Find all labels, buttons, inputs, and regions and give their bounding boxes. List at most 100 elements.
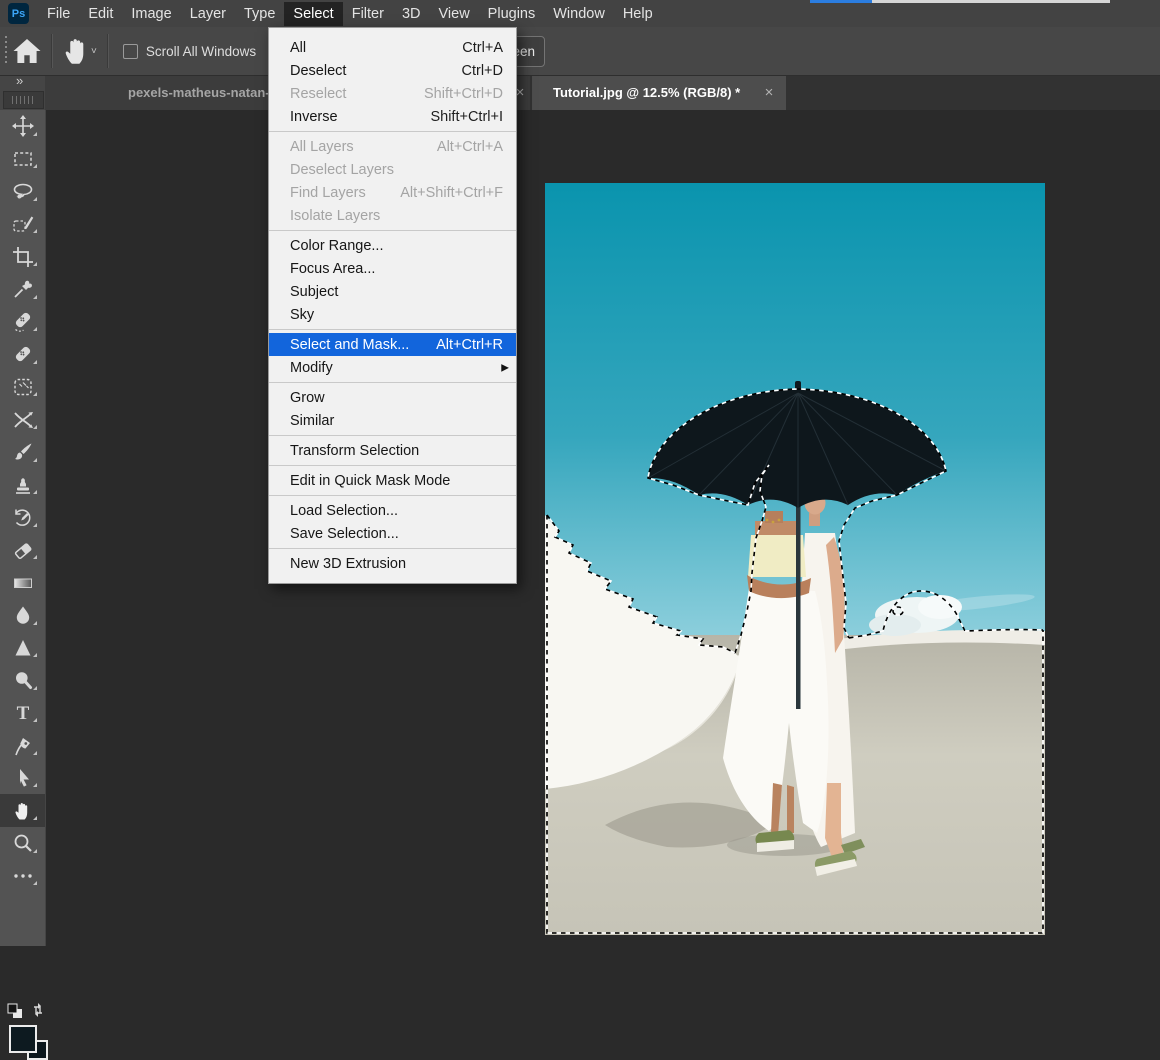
menubar-item-help[interactable]: Help <box>614 2 662 26</box>
menu-item-isolate-layers[interactable]: Isolate Layers <box>269 204 516 227</box>
type-tool[interactable]: T <box>0 697 45 730</box>
menu-item-label: Transform Selection <box>290 443 503 459</box>
lasso-tool[interactable] <box>0 175 45 208</box>
gradient-tool[interactable] <box>0 566 45 599</box>
crop-tool[interactable] <box>0 240 45 273</box>
menu-section: All LayersAlt+Ctrl+A Deselect Layers Find … <box>269 131 516 230</box>
content-aware-move-tool[interactable] <box>0 403 45 436</box>
close-tab-icon[interactable]: × <box>760 75 778 110</box>
hand-tool[interactable] <box>0 794 45 827</box>
spot-healing-brush-tool[interactable] <box>0 306 45 339</box>
menu-item-label: Grow <box>290 390 503 406</box>
menu-item-deselect[interactable]: DeselectCtrl+D <box>269 59 516 82</box>
menu-item-all-layers[interactable]: All LayersAlt+Ctrl+A <box>269 135 516 158</box>
rectangular-marquee-tool[interactable] <box>0 143 45 176</box>
clone-stamp-tool[interactable] <box>0 469 45 502</box>
menu-item-focus-area[interactable]: Focus Area... <box>269 257 516 280</box>
options-separator <box>107 34 109 68</box>
menubar-item-image[interactable]: Image <box>122 2 180 26</box>
menubar-item-select[interactable]: Select <box>284 2 342 26</box>
document-tab-bar: » pexels-matheus-natan-3683587 × Tutoria… <box>0 75 1160 110</box>
swap-colors-icon[interactable] <box>30 1002 46 1018</box>
menubar-item-edit[interactable]: Edit <box>79 2 122 26</box>
menu-item-subject[interactable]: Subject <box>269 280 516 303</box>
menu-item-reselect[interactable]: ReselectShift+Ctrl+D <box>269 82 516 105</box>
menu-item-new-3d-extrusion[interactable]: New 3D Extrusion <box>269 552 516 575</box>
cursor-arrow-icon <box>11 766 35 790</box>
zoom-tool[interactable] <box>0 827 45 860</box>
tools-panel-header[interactable]: » <box>0 75 45 110</box>
document-tab-tutorial[interactable]: Tutorial.jpg @ 12.5% (RGB/8) * <box>532 75 786 110</box>
healing-brush-tool[interactable] <box>0 338 45 371</box>
foreground-color-swatch[interactable] <box>9 1025 37 1053</box>
pen-tool[interactable] <box>0 729 45 762</box>
menu-item-label: All <box>290 40 462 56</box>
menu-item-find-layers[interactable]: Find LayersAlt+Shift+Ctrl+F <box>269 181 516 204</box>
eyedropper-tool[interactable] <box>0 273 45 306</box>
object-selection-tool[interactable] <box>0 208 45 241</box>
photoshop-logo[interactable]: Ps <box>8 3 29 24</box>
document-canvas-photo[interactable] <box>545 183 1045 935</box>
menu-item-label: Sky <box>290 307 503 323</box>
menu-item-all[interactable]: AllCtrl+A <box>269 36 516 59</box>
move-tool[interactable] <box>0 110 45 143</box>
chevron-down-icon[interactable]: ˅ <box>91 46 97 57</box>
menu-item-modify[interactable]: Modify▶ <box>269 356 516 379</box>
eraser-tool[interactable] <box>0 534 45 567</box>
brush-tool[interactable] <box>0 436 45 469</box>
default-colors-icon[interactable] <box>6 1002 24 1020</box>
menu-item-label: Deselect Layers <box>290 162 503 178</box>
menu-item-label: Similar <box>290 413 503 429</box>
options-bar: ˅ Scroll All Windows een <box>0 27 1160 76</box>
water-drop-icon <box>11 603 35 627</box>
menu-item-label: Select and Mask... <box>290 337 436 353</box>
menu-item-transform-selection[interactable]: Transform Selection <box>269 439 516 462</box>
patch-tool[interactable] <box>0 371 45 404</box>
dodge-tool[interactable] <box>0 664 45 697</box>
menu-item-inverse[interactable]: InverseShift+Ctrl+I <box>269 105 516 128</box>
magnifier-icon <box>11 831 35 855</box>
menu-item-grow[interactable]: Grow <box>269 386 516 409</box>
menubar-item-window[interactable]: Window <box>544 2 614 26</box>
menubar-item-layer[interactable]: Layer <box>181 2 235 26</box>
menu-item-color-range[interactable]: Color Range... <box>269 234 516 257</box>
menu-item-shortcut: Alt+Shift+Ctrl+F <box>400 185 503 201</box>
object-selection-icon <box>11 212 35 236</box>
menu-item-similar[interactable]: Similar <box>269 409 516 432</box>
sharpen-tool[interactable] <box>0 632 45 665</box>
menubar-item-file[interactable]: File <box>38 2 79 26</box>
ellipsis-icon <box>11 864 35 888</box>
menubar-item-3d[interactable]: 3D <box>393 2 430 26</box>
scroll-all-windows-option[interactable]: Scroll All Windows <box>123 44 256 59</box>
menu-item-sky[interactable]: Sky <box>269 303 516 326</box>
clone-stamp-icon <box>11 473 35 497</box>
marquee-icon <box>11 147 35 171</box>
menubar-item-plugins[interactable]: Plugins <box>479 2 545 26</box>
scroll-all-windows-checkbox[interactable] <box>123 44 138 59</box>
menu-item-load-selection[interactable]: Load Selection... <box>269 499 516 522</box>
menu-item-select-and-mask[interactable]: Select and Mask...Alt+Ctrl+R <box>269 333 516 356</box>
menu-item-shortcut: Alt+Ctrl+R <box>436 337 503 353</box>
blur-tool[interactable] <box>0 599 45 632</box>
hand-tool-preset[interactable] <box>59 33 95 69</box>
menu-item-deselect-layers[interactable]: Deselect Layers <box>269 158 516 181</box>
menu-item-shortcut: Ctrl+D <box>462 63 504 79</box>
history-brush-tool[interactable] <box>0 501 45 534</box>
menu-item-edit-in-quick-mask-mode[interactable]: Edit in Quick Mask Mode <box>269 469 516 492</box>
hand-icon <box>59 33 95 69</box>
menubar-item-type[interactable]: Type <box>235 2 284 26</box>
history-brush-icon <box>11 505 35 529</box>
path-selection-tool[interactable] <box>0 762 45 795</box>
panel-grip[interactable] <box>3 91 44 109</box>
menubar-item-view[interactable]: View <box>430 2 479 26</box>
progress-bar-track <box>872 0 1110 3</box>
edit-toolbar-button[interactable] <box>0 860 45 893</box>
patch-icon <box>11 375 35 399</box>
hand-icon <box>11 799 35 823</box>
menubar-item-filter[interactable]: Filter <box>343 2 393 26</box>
home-button[interactable] <box>9 33 45 69</box>
menu-item-save-selection[interactable]: Save Selection... <box>269 522 516 545</box>
eyedropper-icon <box>11 277 35 301</box>
menu-item-label: All Layers <box>290 139 437 155</box>
menu-section: Select and Mask...Alt+Ctrl+RModify▶ <box>269 329 516 382</box>
